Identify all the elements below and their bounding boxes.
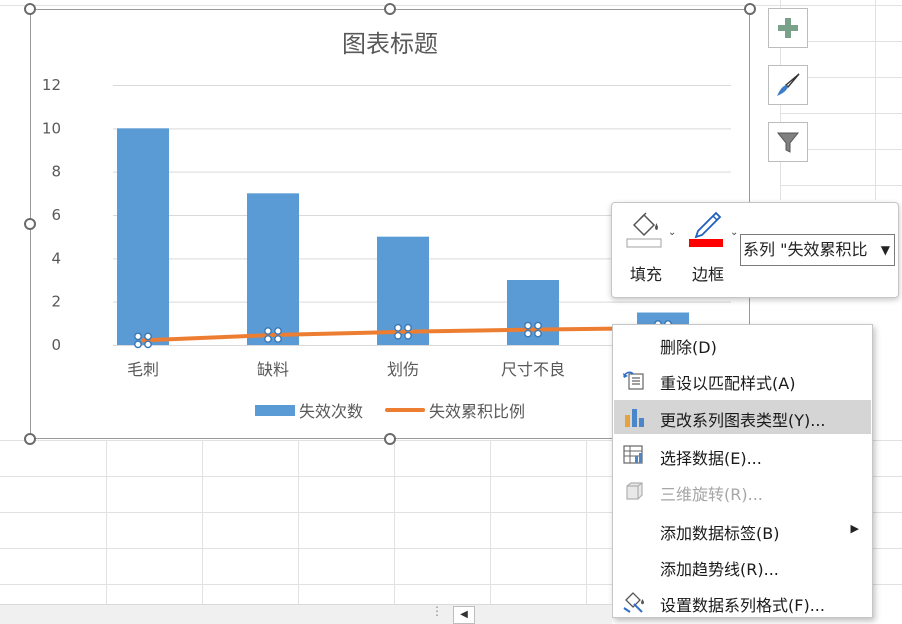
- menu-item-label: 重设以匹配样式(A): [660, 374, 796, 393]
- horizontal-scroll-area[interactable]: [0, 604, 612, 624]
- fill-dropdown-caret[interactable]: ⌄: [668, 227, 676, 238]
- legend-swatch-bar: [254, 404, 295, 416]
- legend-label-bar: 失效次数: [298, 402, 363, 421]
- x-axis-ticks: 毛刺 缺料 划伤 尺寸不良: [127, 360, 565, 379]
- splitter-handle-icon[interactable]: ⋮: [431, 605, 443, 617]
- legend-label-line: 失效累积比例: [429, 402, 526, 421]
- x-tick-label: 尺寸不良: [501, 360, 565, 379]
- format-series-icon: [623, 592, 644, 613]
- paintbrush-icon: [777, 73, 800, 96]
- menu-item-label: 添加数据标签(B): [660, 524, 780, 543]
- series-select-value: 系列 "失效累积比: [743, 240, 868, 259]
- legend-item-bar[interactable]: 失效次数: [254, 398, 363, 422]
- bar[interactable]: [377, 236, 429, 345]
- menu-item-format-series[interactable]: 设置数据系列格式(F)...: [614, 585, 871, 619]
- pen-icon: [689, 211, 723, 247]
- fill-button[interactable]: ⌄ 填充: [618, 209, 676, 291]
- menu-item-change-chart-type[interactable]: 更改系列图表类型(Y)...: [614, 400, 871, 434]
- resize-handle-top-left[interactable]: [24, 3, 36, 15]
- reset-style-icon: [623, 371, 644, 390]
- bar[interactable]: [117, 128, 169, 345]
- border-label: 边框: [691, 265, 724, 284]
- y-tick-label: 6: [51, 206, 61, 224]
- scroll-left-button[interactable]: ◀: [453, 606, 475, 624]
- resize-handle-top-center[interactable]: [384, 3, 396, 15]
- border-button[interactable]: ⌄ 边框: [680, 209, 738, 291]
- resize-handle-bottom-center[interactable]: [384, 433, 396, 445]
- y-tick-label: 10: [42, 119, 61, 137]
- menu-item-delete[interactable]: 删除(D): [614, 327, 871, 361]
- fill-label: 填充: [629, 265, 662, 284]
- resize-handle-top-right[interactable]: [744, 3, 756, 15]
- border-dropdown-caret[interactable]: ⌄: [730, 227, 738, 238]
- chart-elements-button[interactable]: [768, 8, 808, 48]
- menu-item-reset-style[interactable]: 重设以匹配样式(A): [614, 363, 871, 397]
- change-chart-type-icon: [625, 409, 644, 427]
- menu-item-add-trendline[interactable]: 添加趋势线(R)...: [614, 549, 871, 583]
- plus-icon: [778, 18, 798, 38]
- series-select[interactable]: 系列 "失效累积比 ▼: [740, 234, 895, 266]
- dropdown-arrow-icon[interactable]: ▼: [877, 235, 890, 265]
- chart-styles-button[interactable]: [768, 65, 808, 105]
- menu-item-label: 选择数据(E)...: [660, 449, 762, 468]
- menu-item-label: 设置数据系列格式(F)...: [660, 596, 825, 615]
- menu-item-label: 添加趋势线(R)...: [660, 560, 779, 579]
- bar[interactable]: [247, 193, 299, 345]
- y-tick-label: 8: [51, 163, 61, 181]
- menu-item-3d-rotation: 三维旋转(R)...: [614, 474, 871, 508]
- filter-icon: [776, 132, 800, 153]
- y-axis-ticks: 0 2 4 6 8 10 12: [42, 76, 61, 354]
- legend-swatch-line: [385, 408, 425, 412]
- x-tick-label: 划伤: [387, 360, 419, 379]
- resize-handle-bottom-left[interactable]: [24, 433, 36, 445]
- menu-item-label: 删除(D): [660, 338, 717, 357]
- bar[interactable]: [507, 280, 559, 345]
- paint-bucket-icon: [626, 212, 662, 248]
- context-menu: 删除(D) 重设以匹配样式(A) 更改系列图表类型(Y)... 选择数据(E).…: [612, 324, 873, 618]
- menu-item-label: 更改系列图表类型(Y)...: [660, 411, 826, 430]
- y-tick-label: 0: [51, 336, 61, 354]
- x-tick-label: 缺料: [257, 360, 289, 379]
- bar-series: [117, 128, 689, 345]
- chart-filters-button[interactable]: [768, 122, 808, 162]
- 3d-rotation-icon: [626, 482, 643, 500]
- x-tick-label: 毛刺: [127, 360, 159, 379]
- submenu-arrow-icon: ▶: [850, 522, 859, 535]
- menu-item-add-data-labels[interactable]: 添加数据标签(B) ▶: [614, 513, 871, 547]
- select-data-icon: [623, 445, 643, 464]
- legend-item-line[interactable]: 失效累积比例: [385, 398, 525, 422]
- menu-item-label: 三维旋转(R)...: [660, 485, 763, 504]
- mini-toolbar: ⌄ 填充 ⌄ 边框 系列 "失效累积比 ▼: [611, 202, 899, 298]
- y-tick-label: 4: [51, 249, 61, 267]
- menu-item-select-data[interactable]: 选择数据(E)...: [614, 438, 871, 472]
- y-tick-label: 12: [42, 76, 61, 94]
- resize-handle-middle-left[interactable]: [24, 218, 36, 230]
- y-tick-label: 2: [51, 293, 61, 311]
